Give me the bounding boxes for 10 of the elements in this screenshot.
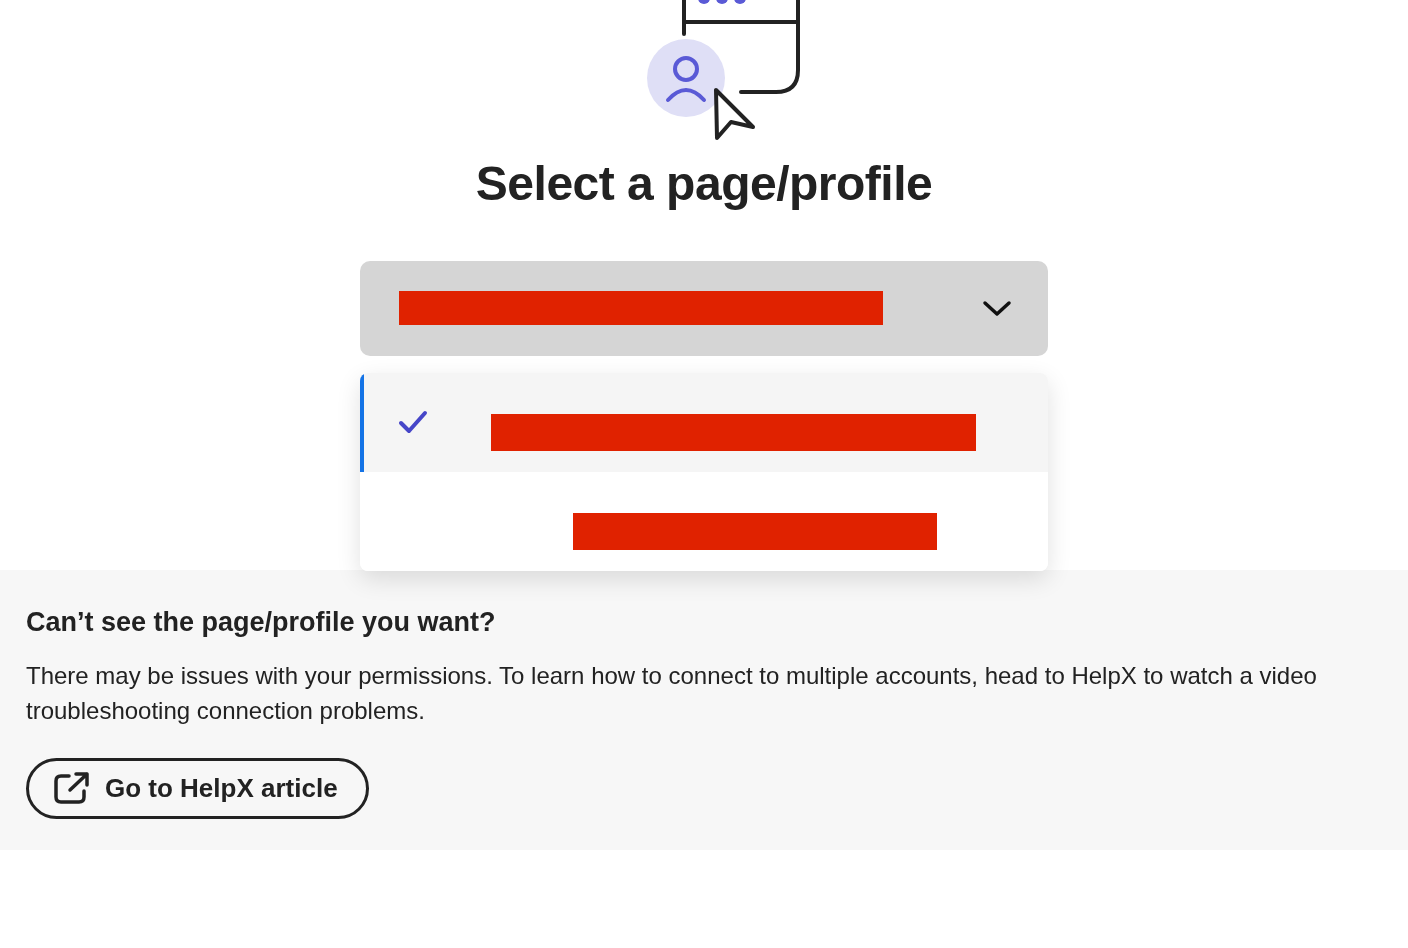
checkmark-icon (398, 409, 428, 436)
page-select-dropdown[interactable] (360, 260, 1048, 356)
helpx-article-button[interactable]: Go to HelpX article (26, 758, 369, 819)
dropdown-option[interactable] (360, 372, 1048, 472)
help-heading: Can’t see the page/profile you want? (26, 605, 497, 638)
dropdown-option[interactable] (360, 471, 1048, 571)
chevron-down-icon (982, 299, 1012, 318)
external-link-icon (53, 771, 91, 806)
help-text: There may be issues with your permissions. To learn how to connect to multiple accounts, head to HelpX to watch a video troubleshooting connection problems. (26, 661, 1318, 726)
page-title: Select a page/profile (474, 156, 934, 212)
